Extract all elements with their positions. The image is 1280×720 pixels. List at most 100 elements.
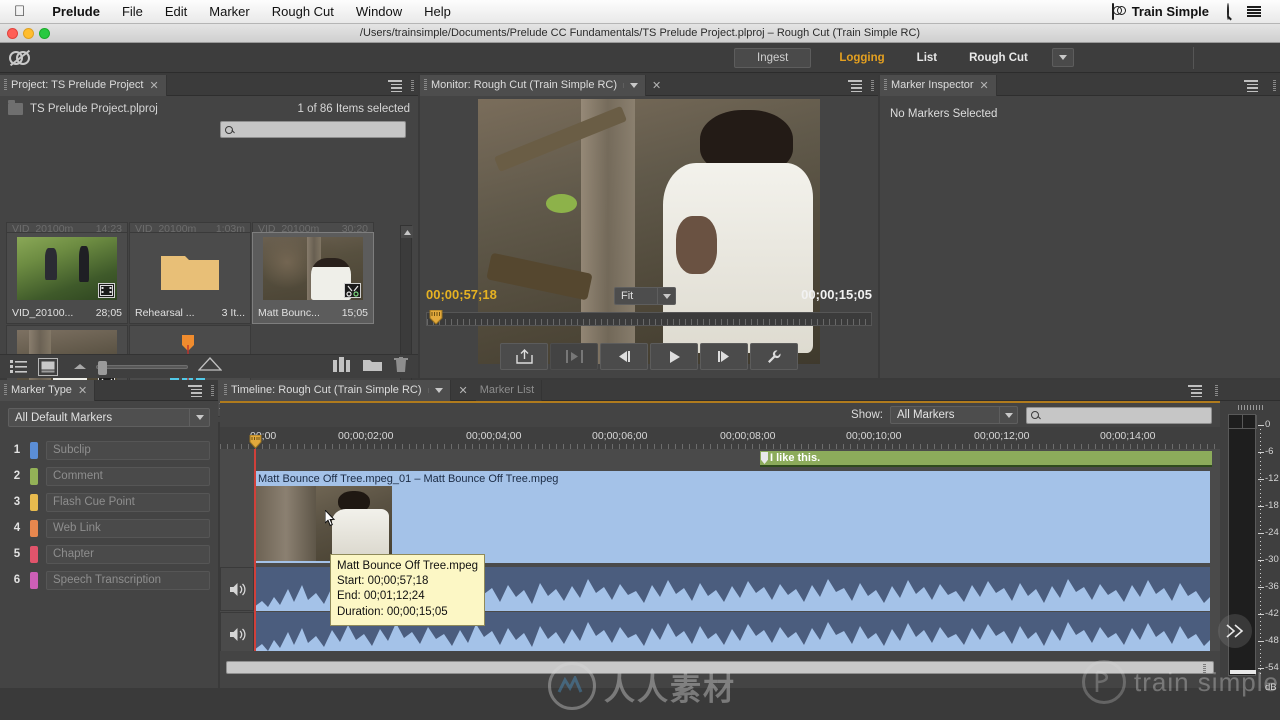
insert-button[interactable] bbox=[550, 343, 598, 370]
tab-monitor[interactable]: Monitor: Rough Cut (Train Simple RC) bbox=[420, 74, 647, 96]
list-item[interactable]: VID_20100m 1;03m bbox=[129, 222, 251, 232]
marker-filter-select[interactable]: All Markers bbox=[890, 406, 1018, 424]
project-search-input[interactable] bbox=[220, 121, 406, 138]
marker-type-row-chapter[interactable]: 5 Chapter bbox=[8, 541, 210, 567]
timeline-marker-comment[interactable]: I like this. bbox=[760, 451, 1212, 467]
menu-item-marker[interactable]: Marker bbox=[198, 4, 260, 19]
monitor-current-timecode[interactable]: 00;00;57;18 bbox=[426, 287, 497, 302]
marker-color-swatch[interactable] bbox=[30, 493, 38, 511]
panel-menu-icon[interactable] bbox=[388, 80, 402, 93]
meter-clip-indicators[interactable] bbox=[1229, 415, 1257, 429]
tab-timeline[interactable]: Timeline: Rough Cut (Train Simple RC) bbox=[220, 379, 451, 401]
list-icon[interactable] bbox=[1238, 5, 1270, 18]
delete-icon[interactable] bbox=[394, 356, 408, 377]
menu-item-rough-cut[interactable]: Rough Cut bbox=[261, 4, 345, 19]
panel-menu-icon[interactable] bbox=[1244, 80, 1258, 93]
panel-drag-grip[interactable] bbox=[4, 79, 7, 91]
close-icon[interactable]: ✕ bbox=[78, 384, 87, 397]
apple-menu-icon[interactable]:  bbox=[14, 4, 25, 19]
monitor-scrubber[interactable] bbox=[426, 309, 872, 326]
menu-item-prelude[interactable]: Prelude bbox=[41, 4, 111, 19]
list-item[interactable]: VID_20100m 30;20 bbox=[252, 222, 374, 232]
workspace-tab-list[interactable]: List bbox=[901, 48, 953, 68]
timeline-video-clip[interactable]: Matt Bounce Off Tree.mpeg_01 – Matt Boun… bbox=[254, 471, 1210, 563]
scrollbar-grip[interactable] bbox=[1203, 664, 1206, 673]
marker-type-row-comment[interactable]: 2 Comment bbox=[8, 463, 210, 489]
marker-color-swatch[interactable] bbox=[30, 441, 38, 459]
tab-marker-type[interactable]: Marker Type ✕ bbox=[0, 379, 96, 401]
new-rough-cut-icon[interactable] bbox=[333, 356, 351, 377]
creative-cloud-icon[interactable] bbox=[1103, 3, 1123, 20]
search-icon[interactable] bbox=[1218, 3, 1238, 20]
close-icon[interactable]: ✕ bbox=[652, 79, 661, 92]
window-controls[interactable] bbox=[7, 28, 50, 39]
tab-marker-list[interactable]: Marker List bbox=[475, 379, 543, 401]
new-bin-icon[interactable] bbox=[363, 357, 382, 377]
panel-resize-grip[interactable] bbox=[1215, 385, 1218, 397]
panel-drag-grip[interactable] bbox=[884, 79, 887, 91]
marker-color-swatch[interactable] bbox=[30, 571, 38, 589]
panel-resize-grip[interactable] bbox=[871, 80, 874, 92]
play-button[interactable] bbox=[650, 343, 698, 370]
close-icon[interactable]: ✕ bbox=[149, 79, 158, 92]
audio-track-header-1[interactable] bbox=[220, 567, 254, 611]
marker-color-swatch[interactable] bbox=[30, 519, 38, 537]
monitor-playhead[interactable] bbox=[429, 309, 443, 325]
project-item-folder-rehearsal[interactable]: Rehearsal ... 3 It... bbox=[129, 232, 251, 324]
marker-type-row-speech-transcription[interactable]: 6 Speech Transcription bbox=[8, 567, 210, 593]
large-thumbnail-icon[interactable] bbox=[197, 357, 223, 376]
tab-dropdown-button[interactable] bbox=[427, 387, 443, 393]
list-view-icon[interactable] bbox=[10, 359, 28, 375]
project-item-matt-bounce-selected[interactable]: Matt Bounc... 15;05 bbox=[252, 232, 374, 324]
menu-item-edit[interactable]: Edit bbox=[154, 4, 198, 19]
panel-drag-grip[interactable] bbox=[424, 79, 427, 91]
export-frame-button[interactable] bbox=[500, 343, 548, 370]
list-item[interactable]: VID_20100m 14;23 bbox=[6, 222, 128, 232]
timeline-search-input[interactable] bbox=[1026, 406, 1212, 424]
panel-menu-icon[interactable] bbox=[1188, 385, 1202, 398]
workspace-tab-rough-cut[interactable]: Rough Cut bbox=[953, 48, 1044, 68]
marker-name-field[interactable]: Chapter bbox=[46, 544, 210, 564]
panel-drag-grip[interactable] bbox=[224, 384, 227, 396]
thumbnail-view-icon[interactable] bbox=[38, 357, 58, 376]
marker-name-field[interactable]: Web Link bbox=[46, 518, 210, 538]
marker-name-field[interactable]: Subclip bbox=[46, 440, 210, 460]
panel-menu-icon[interactable] bbox=[188, 385, 202, 398]
panel-resize-grip[interactable] bbox=[1273, 80, 1276, 92]
panel-drag-grip[interactable] bbox=[4, 384, 7, 396]
marker-color-swatch[interactable] bbox=[30, 467, 38, 485]
chevron-down-icon[interactable] bbox=[999, 407, 1017, 423]
marker-name-field[interactable]: Speech Transcription bbox=[46, 570, 210, 590]
menu-item-window[interactable]: Window bbox=[345, 4, 413, 19]
tab-marker-inspector[interactable]: Marker Inspector ✕ bbox=[880, 74, 997, 96]
marker-preset-select[interactable]: All Default Markers bbox=[8, 408, 210, 427]
chevron-down-icon[interactable] bbox=[189, 409, 209, 426]
marker-type-row-web-link[interactable]: 4 Web Link bbox=[8, 515, 210, 541]
close-icon[interactable]: ✕ bbox=[459, 384, 468, 397]
menu-item-file[interactable]: File bbox=[111, 4, 154, 19]
menubar-brand-label[interactable]: Train Simple bbox=[1123, 4, 1218, 19]
timeline-ruler[interactable]: 00;00 00;00;02;00 00;00;04;00 00;00;06;0… bbox=[220, 427, 1220, 449]
tab-dropdown-button[interactable] bbox=[623, 82, 639, 88]
marker-type-row-subclip[interactable]: 1 Subclip bbox=[8, 437, 210, 463]
meter-drag-grip[interactable] bbox=[1238, 405, 1264, 410]
step-forward-button[interactable] bbox=[700, 343, 748, 370]
close-window-button[interactable] bbox=[7, 28, 18, 39]
ingest-button[interactable]: Ingest bbox=[734, 47, 812, 68]
scroll-up-button[interactable] bbox=[401, 226, 413, 238]
tab-project[interactable]: Project: TS Prelude Project ✕ bbox=[0, 74, 167, 96]
marker-name-field[interactable]: Comment bbox=[46, 466, 210, 486]
monitor-zoom-select[interactable]: Fit bbox=[614, 287, 676, 305]
marker-type-row-flash-cue-point[interactable]: 3 Flash Cue Point bbox=[8, 489, 210, 515]
timeline-horizontal-scrollbar[interactable] bbox=[226, 661, 1214, 674]
project-item-video-1[interactable]: VID_20100... 28;05 bbox=[6, 232, 128, 324]
workspace-overflow-button[interactable] bbox=[1051, 48, 1074, 67]
step-back-button[interactable] bbox=[600, 343, 648, 370]
audio-track-header-2[interactable] bbox=[220, 612, 254, 651]
thumbnail-zoom-slider[interactable] bbox=[96, 360, 188, 375]
slider-handle[interactable] bbox=[98, 360, 107, 375]
minimize-window-button[interactable] bbox=[23, 28, 34, 39]
panel-resize-grip[interactable] bbox=[411, 80, 414, 92]
panel-resize-grip[interactable] bbox=[211, 385, 214, 397]
marker-name-field[interactable]: Flash Cue Point bbox=[46, 492, 210, 512]
